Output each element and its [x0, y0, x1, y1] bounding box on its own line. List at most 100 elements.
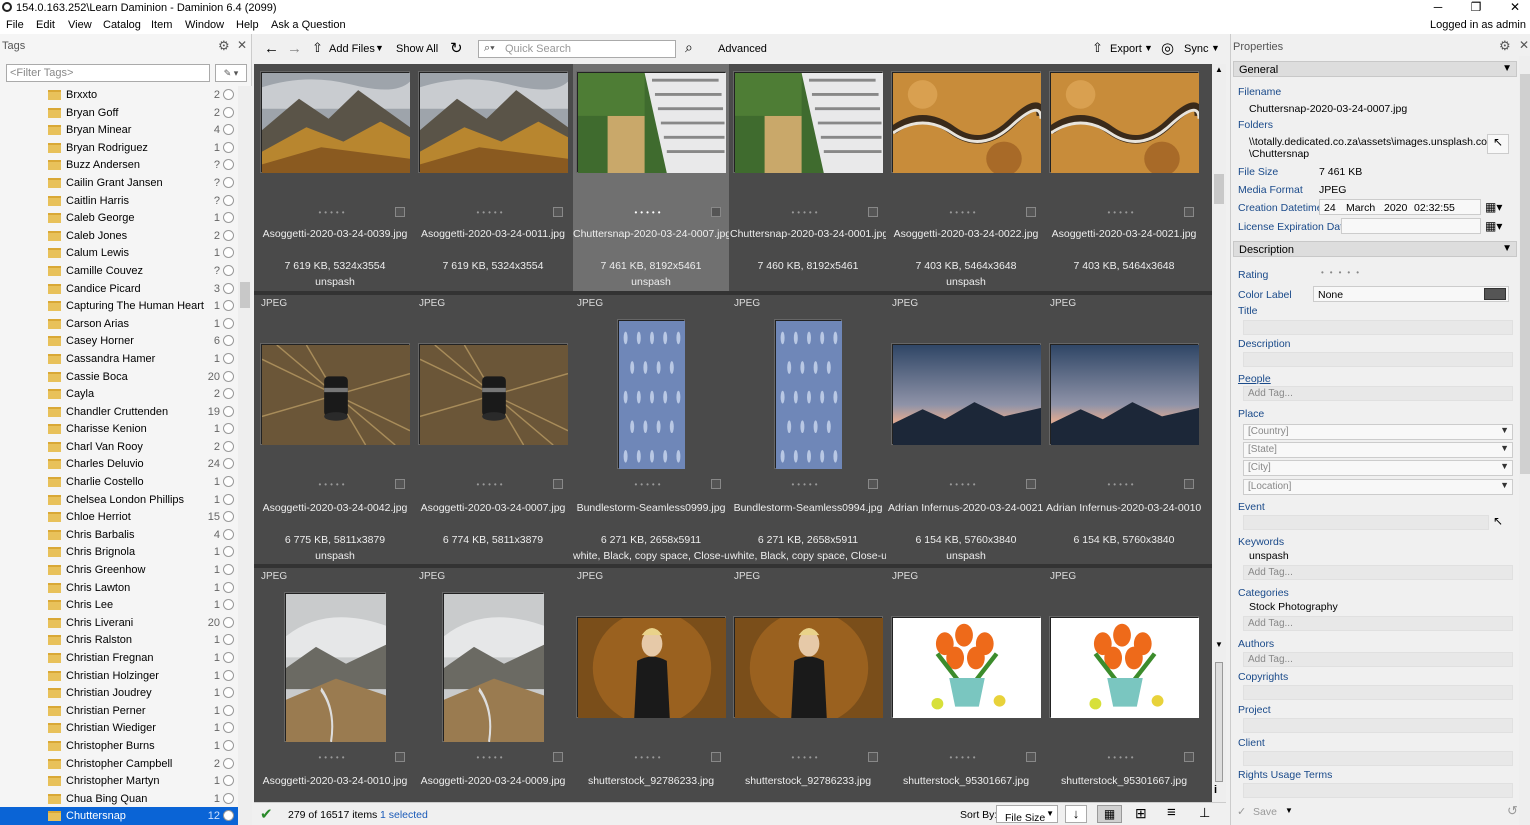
- search-icon[interactable]: ⌕: [685, 39, 693, 56]
- thumbnail-cell[interactable]: ••••• Chuttersnap-2020-03-24-0001.jpg 7 46…: [730, 64, 886, 291]
- creation-month[interactable]: March: [1346, 202, 1375, 214]
- creation-time[interactable]: 02:32:55: [1414, 202, 1455, 214]
- thumbnail-image[interactable]: [443, 593, 544, 742]
- list-view-icon[interactable]: ≡: [1167, 804, 1176, 821]
- thumbnail-image[interactable]: [419, 344, 568, 445]
- color-label-select[interactable]: None: [1313, 286, 1509, 302]
- state-select[interactable]: [State] ▼: [1243, 442, 1513, 458]
- add-files-icon[interactable]: ⇧: [312, 40, 323, 56]
- select-checkbox[interactable]: [868, 479, 878, 489]
- add-files-button[interactable]: Add Files: [329, 43, 375, 55]
- tag-select-toggle[interactable]: [223, 616, 234, 628]
- advanced-search-button[interactable]: Advanced: [718, 43, 767, 55]
- tag-select-toggle[interactable]: [223, 564, 234, 576]
- close-icon[interactable]: ✕: [237, 38, 247, 52]
- select-checkbox[interactable]: [1026, 207, 1036, 217]
- tag-select-toggle[interactable]: [223, 317, 234, 329]
- tag-item[interactable]: Bryan Rodriguez 1: [0, 139, 238, 157]
- rating-dots[interactable]: •••••: [786, 753, 826, 762]
- thumbnail-image[interactable]: [577, 617, 726, 718]
- tag-item[interactable]: Chua Bing Quan 1: [0, 790, 238, 808]
- gear-icon[interactable]: ⚙: [1499, 38, 1511, 54]
- tag-select-toggle[interactable]: [223, 423, 234, 435]
- close-icon[interactable]: ✕: [1519, 38, 1529, 52]
- gear-icon[interactable]: ⚙: [218, 38, 230, 54]
- thumbnail-cell[interactable]: ••••• Asoggetti-2020-03-24-0039.jpg 7 619 …: [257, 64, 413, 291]
- tag-select-toggle[interactable]: [223, 511, 234, 523]
- tag-select-toggle[interactable]: [223, 405, 234, 417]
- authors-add-tag-input[interactable]: Add Tag...: [1243, 652, 1513, 667]
- thumbnail-image[interactable]: [734, 72, 883, 173]
- tag-select-toggle[interactable]: [223, 282, 234, 294]
- people-add-tag-input[interactable]: Add Tag...: [1243, 386, 1513, 401]
- undo-icon[interactable]: ↺: [1507, 803, 1518, 819]
- rating-dots[interactable]: •••••: [786, 208, 826, 217]
- select-checkbox[interactable]: [553, 752, 563, 762]
- tag-select-toggle[interactable]: [223, 739, 234, 751]
- calendar-icon[interactable]: ▦▾: [1485, 200, 1502, 214]
- rating-dots[interactable]: •••••: [1102, 480, 1142, 489]
- tag-item[interactable]: Chris Barbalis 4: [0, 526, 238, 544]
- grid-view-icon[interactable]: ⊞: [1135, 805, 1147, 822]
- tag-select-toggle[interactable]: [223, 581, 234, 593]
- tag-item[interactable]: Cailin Grant Jansen?: [0, 174, 238, 192]
- description-field[interactable]: [1243, 352, 1513, 367]
- filename-value[interactable]: Chuttersnap-2020-03-24-0007.jpg: [1249, 103, 1407, 115]
- rating-dots[interactable]: •••••: [629, 753, 669, 762]
- select-checkbox[interactable]: [711, 479, 721, 489]
- select-checkbox[interactable]: [1184, 752, 1194, 762]
- menu-window[interactable]: Window: [185, 19, 224, 31]
- tag-item[interactable]: Chris Lawton 1: [0, 579, 238, 597]
- chevron-down-icon[interactable]: ▼: [1285, 806, 1293, 815]
- thumbnail-image[interactable]: [577, 72, 726, 173]
- thumbnail-cell[interactable]: JPEG ••••• Bundlestorm-Seamless0999.jpg 6 2…: [573, 296, 729, 562]
- tag-item[interactable]: Christopher Burns 1: [0, 737, 238, 755]
- tag-item[interactable]: Chloe Herriot 15: [0, 508, 238, 526]
- tag-item[interactable]: Chandler Cruttenden 19: [0, 403, 238, 421]
- thumbnail-cell[interactable]: JPEG ••••• Bundlestorm-Seamless0994.jpg 6 2…: [730, 296, 886, 562]
- thumbnail-cell[interactable]: JPEG ••••• Asoggetti-2020-03-24-0007.jpg 6 …: [415, 296, 571, 546]
- tag-item[interactable]: Camille Couvez?: [0, 262, 238, 280]
- thumbnail-cell[interactable]: ••••• Asoggetti-2020-03-24-0011.jpg 7 619 …: [415, 64, 571, 291]
- rating-dots[interactable]: •••••: [786, 480, 826, 489]
- thumbnail-image[interactable]: [892, 72, 1041, 173]
- tag-item[interactable]: Charisse Kenion 1: [0, 420, 238, 438]
- rating-dots[interactable]: •••••: [471, 753, 511, 762]
- info-icon[interactable]: i: [1214, 784, 1217, 796]
- select-checkbox[interactable]: [868, 752, 878, 762]
- tag-item[interactable]: Caleb George 1: [0, 209, 238, 227]
- select-checkbox[interactable]: [868, 207, 878, 217]
- tag-select-toggle[interactable]: [223, 775, 234, 787]
- sort-direction-button[interactable]: ↓: [1065, 805, 1087, 823]
- filmstrip-view-icon[interactable]: ⊥: [1199, 805, 1210, 821]
- rights-usage-terms-field[interactable]: [1243, 783, 1513, 798]
- scrollbar-thumb[interactable]: [240, 282, 250, 308]
- refresh-icon[interactable]: ↻: [450, 39, 463, 57]
- tag-select-toggle[interactable]: [223, 141, 234, 153]
- select-checkbox[interactable]: [1184, 479, 1194, 489]
- select-checkbox[interactable]: [1184, 207, 1194, 217]
- copyrights-field[interactable]: [1243, 685, 1513, 700]
- menu-view[interactable]: View: [68, 19, 92, 31]
- tag-item[interactable]: Christian Holzinger 1: [0, 667, 238, 685]
- restore-icon[interactable]: ❐: [1466, 0, 1486, 14]
- select-checkbox[interactable]: [395, 207, 405, 217]
- menu-catalog[interactable]: Catalog: [103, 19, 141, 31]
- tag-select-toggle[interactable]: [223, 335, 234, 347]
- rating-dots[interactable]: •••••: [944, 208, 984, 217]
- category-tag[interactable]: Stock Photography: [1249, 601, 1338, 613]
- keywords-add-tag-input[interactable]: Add Tag...: [1243, 565, 1513, 580]
- selected-count[interactable]: 1 selected: [380, 809, 428, 821]
- sort-by-select[interactable]: File Size ▼: [996, 805, 1058, 824]
- tag-item[interactable]: Charlie Costello 1: [0, 473, 238, 491]
- thumbnail-image[interactable]: [1050, 72, 1199, 173]
- large-thumbnails-view-icon[interactable]: ▦: [1097, 805, 1122, 823]
- tag-list-scrollbar[interactable]: [238, 86, 252, 825]
- location-select[interactable]: [Location] ▼: [1243, 479, 1513, 495]
- tag-item[interactable]: Caleb Jones 2: [0, 227, 238, 245]
- tag-item[interactable]: Caitlin Harris?: [0, 192, 238, 210]
- general-section-header[interactable]: General ▼: [1233, 61, 1517, 77]
- properties-scrollbar[interactable]: [1519, 56, 1530, 825]
- country-select[interactable]: [Country] ▼: [1243, 424, 1513, 440]
- thumbnail-cell[interactable]: JPEG ••••• Asoggetti-2020-03-24-0009.jpg: [415, 569, 571, 796]
